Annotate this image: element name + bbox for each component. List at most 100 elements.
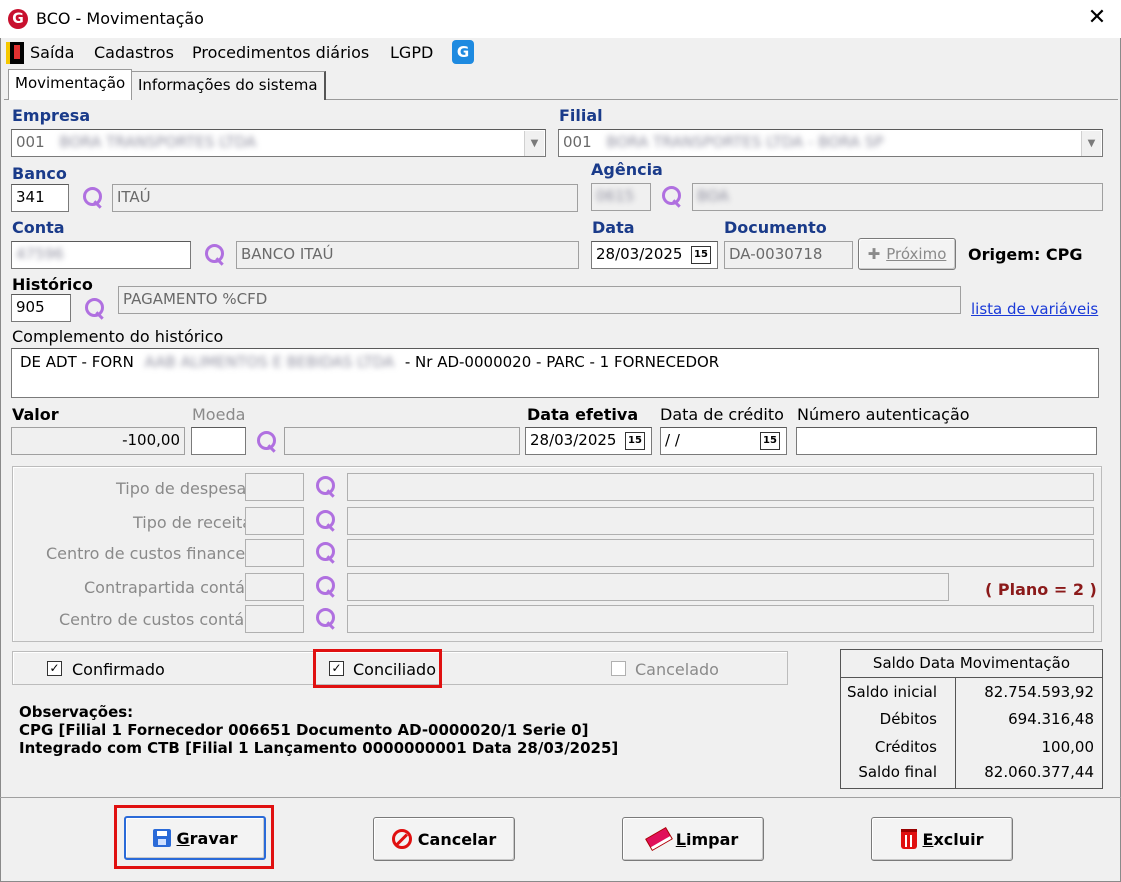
plus-icon: ✚ [867,245,881,263]
saldo-inicial-value: 82.754.593,92 [984,683,1094,701]
search-icon[interactable] [313,540,339,566]
historico-label: Histórico [12,275,93,294]
menu-cadastros[interactable]: Cadastros [94,43,174,62]
saldo-table: Saldo Data Movimentação Saldo inicial 82… [840,649,1103,789]
moeda-code-field[interactable] [191,427,246,455]
centro-custos-contabil-label: Centro de custos contábil [59,610,264,629]
centro-custos-financeiro-name [347,539,1094,567]
agencia-label: Agência [591,160,663,179]
banco-code-field[interactable]: 341 [11,184,69,212]
banco-label: Banco [12,164,67,183]
search-icon[interactable] [80,185,106,211]
plano-label: ( Plano = 2 ) [985,580,1097,599]
conciliado-label: Conciliado [353,660,436,679]
creditos-label: Créditos [874,738,937,756]
trash-icon [900,829,917,849]
data-efetiva-field[interactable]: 28/03/2025 15 [525,427,652,455]
search-icon[interactable] [313,606,339,632]
saldo-final-value: 82.060.377,44 [984,763,1094,781]
cancelar-button[interactable]: Cancelar [373,817,515,861]
search-icon[interactable] [313,508,339,534]
tipo-despesa-label: Tipo de despesa [116,479,247,498]
centro-custos-contabil-name [347,605,1094,633]
exit-icon[interactable] [6,42,24,64]
valor-field: -100,00 [11,427,185,455]
empresa-code: 001 [16,133,45,151]
calendar-icon[interactable]: 15 [625,432,645,450]
search-icon[interactable] [659,184,685,210]
origem-label: Origem: CPG [968,245,1083,264]
tipo-receita-code[interactable] [245,507,304,535]
data-field[interactable]: 28/03/2025 15 [591,241,718,269]
agencia-code-field[interactable]: 0615 [591,183,651,211]
chevron-down-icon[interactable]: ▼ [524,131,544,156]
empresa-select[interactable]: 001 BORA TRANSPORTES LTDA ▼ [11,129,546,157]
documento-label: Documento [724,218,827,237]
gravar-button[interactable]: Gravar [124,816,266,860]
conta-code-field[interactable]: 47596 [11,241,191,269]
tab-movimentacao[interactable]: Movimentação [8,69,133,100]
centro-custos-financeiro-code[interactable] [245,539,304,567]
tipo-receita-label: Tipo de receita [133,513,253,532]
saldo-inicial-label: Saldo inicial [847,683,937,701]
window-title: BCO - Movimentação [36,9,204,28]
complemento-textarea[interactable]: DE ADT - FORN AAB ALIMENTOS E BEBIDAS LT… [11,348,1099,398]
menu-saida[interactable]: Saída [30,43,74,62]
centro-custos-contabil-code[interactable] [245,605,304,633]
complemento-label: Complemento do histórico [12,327,224,346]
contrapartida-contabil-name [347,573,949,601]
saldo-final-label: Saldo final [858,763,937,781]
g-logo-icon[interactable]: G [452,40,474,64]
cancelado-label: Cancelado [635,660,719,679]
menu-lgpd[interactable]: LGPD [390,43,433,62]
banco-name-field: ITAÚ [112,184,578,212]
chevron-down-icon[interactable]: ▼ [1081,131,1101,156]
debitos-value: 694.316,48 [1008,710,1094,728]
creditos-value: 100,00 [1041,738,1095,756]
filial-code: 001 [563,133,592,151]
data-efetiva-label: Data efetiva [527,405,639,424]
historico-code-field[interactable]: 905 [11,294,71,322]
tab-informacoes-sistema[interactable]: Informações do sistema [131,71,326,100]
search-icon[interactable] [313,474,339,500]
tipo-despesa-name [347,473,1094,501]
calendar-icon[interactable]: 15 [691,246,711,264]
search-icon[interactable] [82,296,108,322]
moeda-name-field [284,427,520,455]
calendar-icon[interactable]: 15 [760,432,780,450]
numero-autenticacao-field[interactable] [796,427,1097,455]
moeda-label: Moeda [192,405,246,424]
agencia-name-field: BOA [692,183,1103,211]
contrapartida-contabil-label: Contrapartida contábil [84,578,264,597]
tipo-receita-name [347,507,1094,535]
app-logo-icon: G [8,9,28,29]
excluir-button[interactable]: Excluir [871,817,1013,861]
debitos-label: Débitos [879,710,937,728]
confirmado-checkbox[interactable]: ✓ [47,661,62,676]
search-icon[interactable] [202,242,228,268]
tipo-despesa-code[interactable] [245,473,304,501]
conta-name-field: BANCO ITAÚ [236,241,579,269]
observacoes-line-1: CPG [Filial 1 Fornecedor 006651 Document… [19,721,589,739]
cancelado-checkbox[interactable] [611,661,626,676]
conciliado-checkbox[interactable]: ✓ [329,661,344,676]
contrapartida-contabil-code[interactable] [245,573,304,601]
filial-select[interactable]: 001 BORA TRANSPORTES LTDA - BORA SP ▼ [558,129,1103,157]
menu-procedimentos-diarios[interactable]: Procedimentos diários [192,43,369,62]
search-icon[interactable] [254,429,280,455]
centro-custos-financeiro-label: Centro de custos financeiro [46,544,266,563]
cancel-icon [391,829,412,849]
numero-autenticacao-label: Número autenticação [797,405,970,424]
filial-name: BORA TRANSPORTES LTDA - BORA SP [606,133,884,151]
lista-variaveis-link[interactable]: lista de variáveis [971,300,1098,318]
data-credito-field[interactable]: / / 15 [660,427,787,455]
close-icon[interactable]: ✕ [1082,4,1112,32]
limpar-button[interactable]: Limpar [622,817,764,861]
empresa-name: BORA TRANSPORTES LTDA [59,133,257,151]
search-icon[interactable] [313,574,339,600]
data-credito-label: Data de crédito [660,405,784,424]
documento-field: DA-0030718 [724,241,853,269]
valor-label: Valor [12,405,59,424]
proximo-button[interactable]: ✚ Próximo [858,238,956,270]
data-label: Data [592,218,635,237]
